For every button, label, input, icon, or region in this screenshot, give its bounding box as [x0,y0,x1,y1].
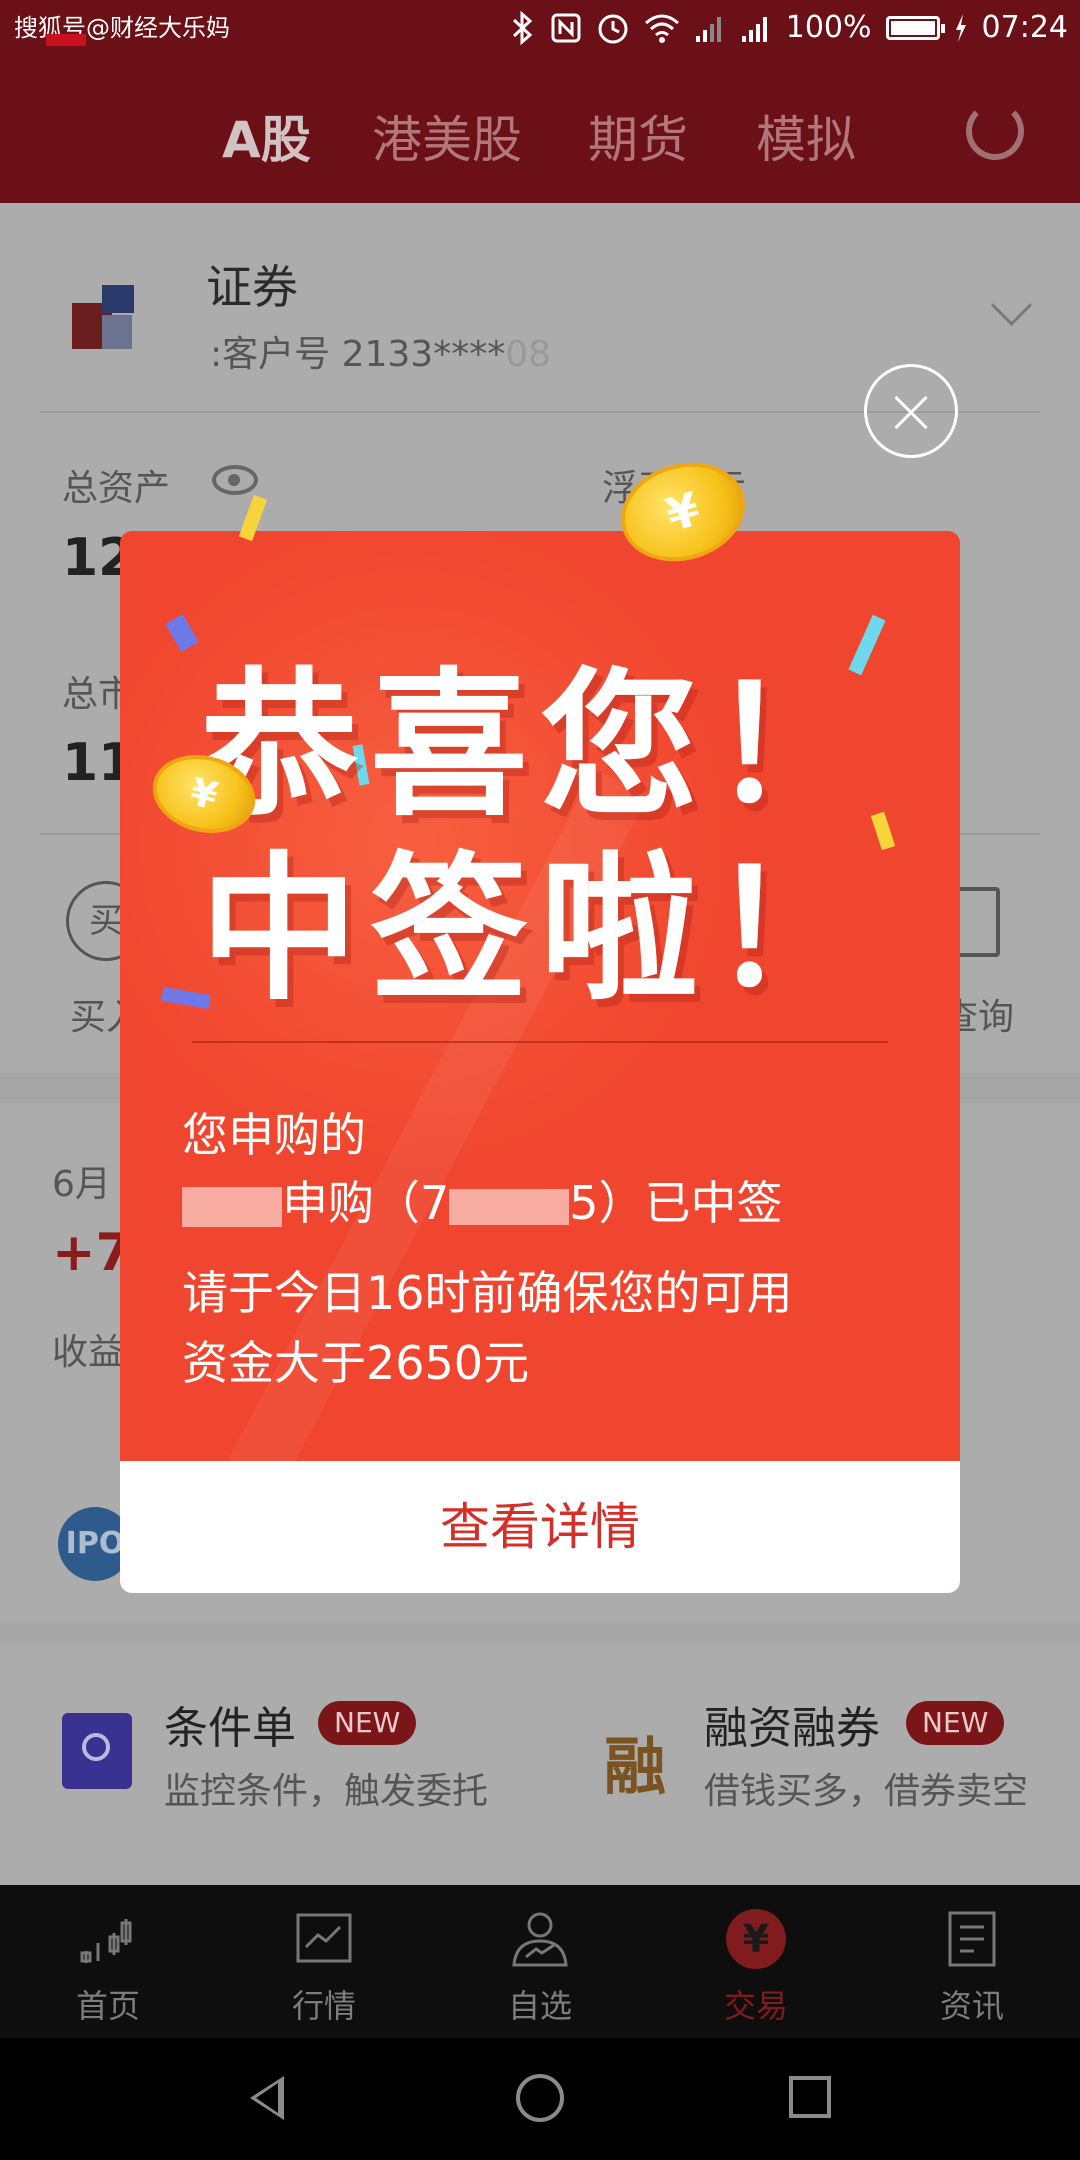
tab-home[interactable]: 首页 [0,1885,216,2038]
earnings-date: 6月 [52,1164,111,1205]
chart-icon [296,1913,352,1963]
alarm-icon [598,14,628,43]
tab-market[interactable]: 行情 [216,1885,432,2038]
message-line-2-suffix: 5）已中签 [569,1176,783,1230]
account-number-suffix: 08 [505,334,552,375]
close-icon[interactable] [864,364,958,458]
lottery-win-dialog: 恭喜您！ 中签啦！ 您申购的 申购（7 5）已中签 请于今日16时前确保您的可用 … [120,531,960,1593]
battery-icon [885,15,945,40]
headline-won: 中签啦！ [200,838,880,1022]
tab-label: 首页 [75,1987,140,2025]
tab-watchlist[interactable]: 自选 [432,1885,648,2038]
nfc-icon [551,13,581,42]
new-badge: NEW [318,1701,417,1745]
wifi-icon [644,14,679,43]
new-badge: NEW [906,1701,1005,1745]
message-line-2-text: 申购（7 [282,1176,450,1230]
refresh-icon[interactable] [966,102,1024,160]
yen-icon: ¥ [726,1909,786,1969]
margin-trading-subtitle: 借钱买多，借券卖空 [704,1771,1029,1812]
recents-icon[interactable] [789,2076,831,2118]
tab-trade[interactable]: ¥ 交易 [648,1885,864,2038]
back-icon[interactable] [250,2076,284,2120]
clock: 07:24 [981,10,1068,45]
popup-divider [192,1041,888,1043]
system-nav-bar [0,2038,1080,2160]
redacted-block [449,1188,570,1225]
message-line-3: 请于今日16时前确保您的可用 [182,1266,793,1320]
conditional-order-subtitle: 监控条件，触发委托 [164,1771,489,1812]
conditional-order-title[interactable]: 条件单 [164,1692,296,1756]
broker-logo [72,285,134,349]
signal-4g-icon [741,16,767,42]
view-details-button[interactable]: 查看详情 [120,1461,960,1593]
earnings-label: 收益 [52,1332,125,1373]
lightbulb-icon[interactable] [62,1713,132,1789]
home-icon[interactable] [516,2074,564,2122]
user-chart-icon [512,1912,568,1967]
battery-percent: 100% [785,10,872,45]
tab-label: 行情 [291,1987,356,2025]
tab-a-shares[interactable]: A股 [222,100,311,172]
account-number: :客户号 2133****08 [210,325,551,377]
margin-trading-title[interactable]: 融资融券 [704,1692,880,1756]
redacted-block [182,1186,282,1227]
status-icons: 100% 07:24 [510,10,1068,45]
margin-trading-icon[interactable]: 融 [604,1716,666,1806]
document-icon [948,1911,996,1967]
bluetooth-icon [512,10,532,45]
bottom-tab-bar: 首页 行情 自选 ¥ 交易 资讯 [0,1885,1080,2038]
candlestick-icon [80,1919,132,1963]
signal-2g-icon [695,16,721,42]
total-assets-label: 总资产 [62,468,171,509]
tab-simulated[interactable]: 模拟 [756,100,856,172]
tab-label: 自选 [507,1987,572,2025]
account-number-text: :客户号 2133**** [210,334,506,375]
tab-hk-us[interactable]: 港美股 [372,100,522,172]
message-line-4: 资金大于2650元 [182,1336,530,1390]
message-line-1: 您申购的 [182,1108,366,1162]
broker-name: 证券 [206,260,298,314]
charging-icon [955,13,966,42]
top-nav: A股 港美股 期货 模拟 [0,60,1080,203]
status-bar: 搜狐号@财经大乐妈 100% 07:24 [0,0,1080,60]
tab-futures[interactable]: 期货 [588,100,688,172]
tab-label: 资讯 [939,1987,1004,2025]
tab-label: 交易 [723,1987,788,2025]
eye-icon[interactable] [212,465,258,495]
message-line-2: 申购（7 5）已中签 [182,1167,783,1233]
watermark-mark [46,34,86,46]
tab-news[interactable]: 资讯 [864,1885,1080,2038]
